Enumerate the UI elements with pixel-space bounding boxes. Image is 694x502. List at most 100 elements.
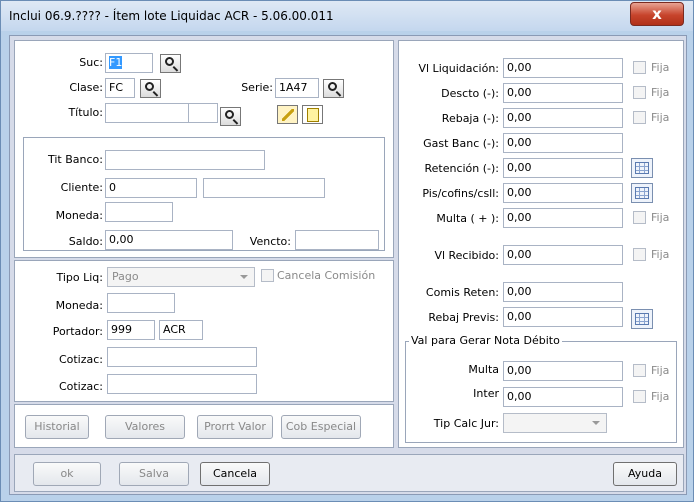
dialog-window: Inclui 06.9.???? - Ítem lote Liquidac AC… [0,0,694,502]
saldo-label: Saldo: [68,235,103,248]
cancela-button[interactable]: Cancela [200,462,270,486]
cotizac2-input[interactable] [107,374,257,394]
cotizac1-label: Cotizac: [58,353,103,366]
vl-recibido-fija-checkbox[interactable] [633,248,646,261]
action-panel: Historial Valores Prorrt Valor Cob Espec… [14,404,394,448]
wrench-icon [282,109,294,121]
nd-inter-fija-checkbox[interactable] [633,390,646,403]
comis-reten-label: Comis Reten: [425,286,499,299]
note-icon [307,108,319,122]
titulo-input[interactable] [105,103,189,123]
ayuda-button[interactable]: Ayuda [613,462,677,486]
moneda-label: Moneda: [55,209,103,222]
serie-input[interactable]: 1A47 [275,78,319,98]
close-button[interactable]: x [630,2,684,26]
titulo-input-2[interactable] [188,103,218,123]
search-icon [165,57,174,66]
tit-banco-label: Tit Banco: [48,153,103,166]
footer-panel: ok Salva Cancela Ayuda [14,454,684,492]
document-panel: Suc: F1 Clase: FC Serie: 1A47 Título: Ti… [14,40,394,258]
rebaja-label: Rebaja (-): [441,112,499,125]
nd-inter-label: Inter [473,387,499,400]
vl-liquidacion-input[interactable]: 0,00 [503,58,623,78]
vl-liquidacion-fija-checkbox[interactable] [633,61,646,74]
comis-reten-input[interactable]: 0,00 [503,282,623,302]
titulo-search-button[interactable] [220,107,241,126]
clase-label: Clase: [69,81,103,94]
nd-inter-fija-label: Fija [651,390,670,403]
cancela-comision-label: Cancela Comisión [277,269,376,282]
tip-calc-jur-select[interactable] [503,413,607,433]
nd-inter-input[interactable]: 0,00 [503,387,623,407]
salva-button[interactable]: Salva [119,462,189,486]
prorrt-valor-button[interactable]: Prorrt Valor [197,415,273,439]
search-icon [145,82,154,91]
clase-input[interactable]: FC [105,78,135,98]
descto-label: Descto (-): [441,87,499,100]
search-icon [328,82,337,91]
cancela-comision-checkbox[interactable] [261,269,274,282]
multa-label: Multa ( + ): [436,212,499,225]
valores-button[interactable]: Valores [105,415,185,439]
multa-input[interactable]: 0,00 [503,208,623,228]
tipo-liq-select[interactable]: Pago [107,267,255,287]
notes-button[interactable] [302,105,323,124]
rebaj-previs-input[interactable]: 0,00 [503,307,623,327]
vl-recibido-input[interactable]: 0,00 [503,245,623,265]
title-bar[interactable]: Inclui 06.9.???? - Ítem lote Liquidac AC… [1,1,693,31]
multa-fija-checkbox[interactable] [633,211,646,224]
pis-cofins-input[interactable]: 0,00 [503,183,623,203]
rebaja-input[interactable]: 0,00 [503,108,623,128]
serie-search-button[interactable] [323,79,344,98]
nd-multa-label: Multa [468,363,499,376]
vencto-input[interactable] [295,230,379,250]
retencion-input[interactable]: 0,00 [503,158,623,178]
nd-multa-fija-checkbox[interactable] [633,364,646,377]
close-icon: x [652,5,662,23]
client-area: Suc: F1 Clase: FC Serie: 1A47 Título: Ti… [9,35,687,495]
vencto-label: Vencto: [249,235,291,248]
rebaj-previs-grid-button[interactable] [631,309,653,329]
cliente-input[interactable]: 0 [105,178,197,198]
historial-button[interactable]: Historial [25,415,89,439]
cotizac2-label: Cotizac: [58,380,103,393]
nota-debito-title: Val para Gerar Nota Débito [409,334,562,347]
cliente-label: Cliente: [60,181,103,194]
cob-especial-button[interactable]: Cob Especial [281,415,361,439]
moneda2-label: Moneda: [55,299,103,312]
suc-search-button[interactable] [160,54,181,73]
vl-liquidacion-fija-label: Fija [651,61,670,74]
window-title: Inclui 06.9.???? - Ítem lote Liquidac AC… [9,9,334,23]
tools-button[interactable] [277,105,298,124]
gast-banc-input[interactable]: 0,00 [503,133,623,153]
chevron-down-icon [592,421,600,425]
clase-search-button[interactable] [140,79,161,98]
descto-input[interactable]: 0,00 [503,83,623,103]
moneda2-input[interactable] [107,293,175,313]
nd-multa-input[interactable]: 0,00 [503,361,623,381]
saldo-input[interactable]: 0,00 [105,230,233,250]
suc-input[interactable]: F1 [105,53,153,73]
retencion-label: Retención (-): [424,162,499,175]
grid-icon [635,313,649,325]
cotizac1-input[interactable] [107,347,257,367]
portador-code-input[interactable]: ACR [159,320,203,340]
retencion-grid-button[interactable] [631,158,653,178]
portador-input[interactable]: 999 [107,320,155,340]
grid-icon [635,162,649,174]
serie-label: Serie: [241,81,273,94]
moneda-input[interactable] [105,202,173,222]
grid-icon [635,187,649,199]
amounts-panel: Vl Liquidación: 0,00 Fija Descto (-): 0,… [398,40,684,448]
tit-banco-input[interactable] [105,150,265,170]
ok-button[interactable]: ok [33,462,101,486]
vl-liquidacion-label: Vl Liquidación: [418,62,499,75]
pis-cofins-grid-button[interactable] [631,183,653,203]
cliente-name-input[interactable] [203,178,325,198]
tip-calc-jur-label: Tip Calc Jur: [433,417,499,430]
vl-recibido-fija-label: Fija [651,248,670,261]
multa-fija-label: Fija [651,211,670,224]
rebaja-fija-checkbox[interactable] [633,111,646,124]
titulo-label: Título: [68,106,103,119]
descto-fija-checkbox[interactable] [633,86,646,99]
